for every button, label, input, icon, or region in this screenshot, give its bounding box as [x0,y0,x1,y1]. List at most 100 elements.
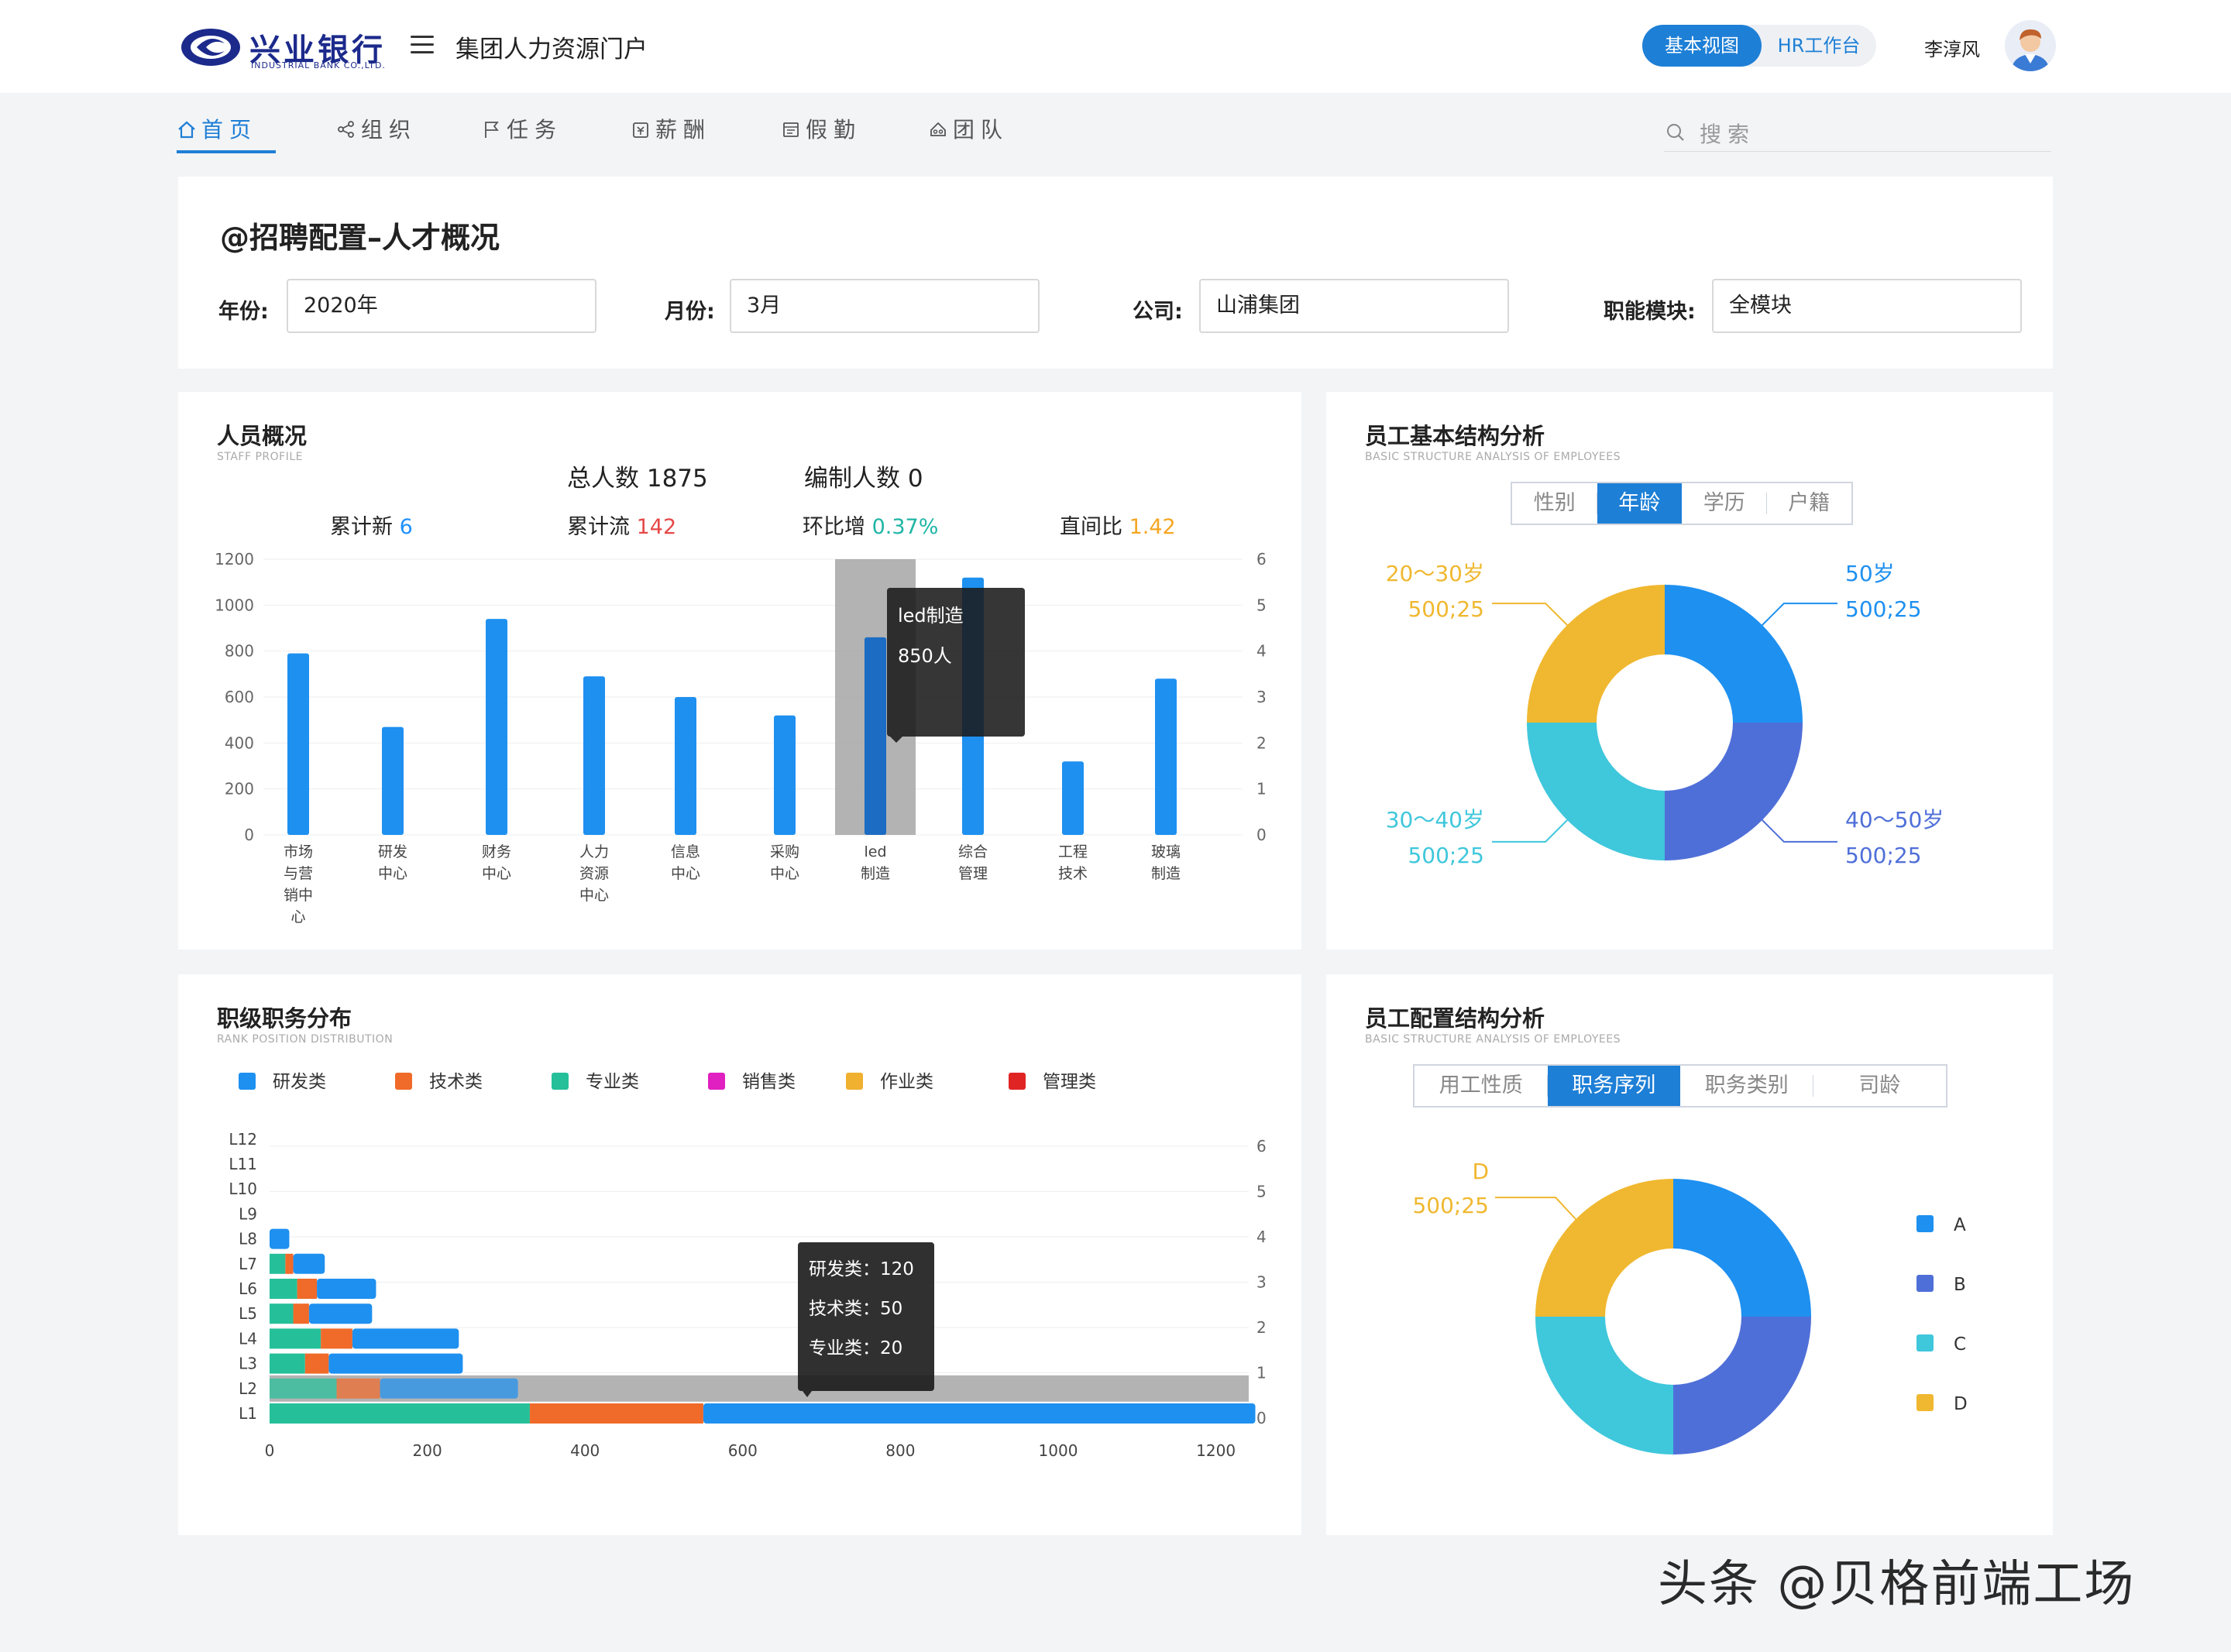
bar-4[interactable] [675,697,696,835]
bank-logo[interactable]: 兴业银行 INDUSTRIAL BANK CO.,LTD. [180,23,389,73]
slice-value-label: 500;25 [1845,596,1922,622]
x-tick-label: 中心 [770,865,799,882]
bar-L4-研发类[interactable] [352,1328,459,1349]
active-tab-indicator [177,150,276,153]
staff-profile-card: 人员概况 STAFF PROFILE 总人数 1875 编制人数 0 累计新 6… [178,392,1301,950]
avatar-icon [2005,20,2056,71]
bank-logo-icon [181,29,240,66]
bar-L3-研发类[interactable] [328,1353,463,1374]
tab-leave[interactable]: 假勤 [781,113,861,152]
staff-bar-chart[interactable]: 0 200 400 600 800 1000 1200 0 1 2 3 4 5 6 市场与营销中心 研发中心 财… [178,392,1301,950]
slice-value-label: 500;25 [1408,596,1484,622]
legend-swatch [1916,1215,1934,1232]
y-tick-label: 1200 [215,550,254,568]
legend-label[interactable]: 作业类 [880,1072,933,1092]
bar-L7-技术类[interactable] [285,1253,294,1274]
bar-L6-技术类[interactable] [297,1279,318,1299]
x-tick-label: 400 [570,1441,600,1460]
bar-L4-专业类[interactable] [270,1328,321,1349]
legend-label[interactable]: 研发类 [273,1072,326,1092]
hr-workbench-button[interactable]: HR工作台 [1762,25,1876,67]
bar-L5-专业类[interactable] [270,1303,294,1324]
legend-label[interactable]: 管理类 [1043,1072,1096,1092]
year-label: 年份: [218,300,269,324]
bar-L2-专业类[interactable] [270,1378,337,1399]
bar-L7-研发类[interactable] [293,1253,325,1274]
tab-tasks[interactable]: 任务 [482,113,562,152]
menu-icon[interactable] [411,36,434,56]
bar-L2-技术类[interactable] [336,1378,380,1399]
tab-team[interactable]: 团队 [928,113,1009,152]
legend-label[interactable]: D [1954,1394,1968,1414]
tooltip-row: 专业类：20 [809,1338,902,1358]
slice-C[interactable] [1535,1317,1673,1455]
config-donut-chart[interactable]: D 500;25 A B C D [1326,974,2053,1535]
slice-B[interactable] [1673,1317,1811,1455]
bar-L2-研发类[interactable] [380,1378,518,1399]
module-select[interactable]: 全模块 [1712,279,2022,333]
bar-1[interactable] [382,726,404,835]
search-icon [1667,124,1684,141]
y-tick-label: L5 [239,1304,257,1323]
bar-L1-研发类[interactable] [703,1403,1256,1424]
label-line [1762,603,1837,626]
team-icon [930,122,946,136]
top-header: 兴业银行 INDUSTRIAL BANK CO.,LTD. 集团人力资源门户 基… [0,0,2231,93]
x-tick-label: 中心 [482,865,511,882]
legend-swatch [552,1073,569,1090]
legend-swatch [1916,1275,1934,1292]
bar-L5-技术类[interactable] [293,1303,309,1324]
year-select[interactable]: 2020年 [287,279,596,333]
bar-L1-技术类[interactable] [529,1403,703,1424]
legend-label[interactable]: 专业类 [586,1072,639,1092]
bar-L6-研发类[interactable] [317,1279,376,1299]
rank-bar-chart[interactable]: 研发类 技术类 专业类 销售类 作业类 管理类 L1 L2 L3 L4 L5 L6 L7 L8 L9 L10 L… [178,974,1301,1535]
bar-L6-专业类[interactable] [270,1279,297,1299]
company-select[interactable]: 山浦集团 [1199,279,1509,333]
bar-L3-专业类[interactable] [270,1353,305,1374]
y2-tick-label: 3 [1256,688,1267,706]
bar-5[interactable] [774,715,796,835]
bar-9[interactable] [1155,678,1177,835]
bar-2[interactable] [486,619,507,835]
legend-label[interactable]: A [1954,1215,1966,1235]
tab-home[interactable]: 首页 [177,113,257,152]
portal-title: 集团人力资源门户 [455,36,648,64]
bar-L5-研发类[interactable] [308,1303,373,1324]
y-tick-label: 600 [225,688,254,706]
y2-tick-label: 1 [1256,1364,1267,1382]
x-tick-label: 800 [885,1441,915,1460]
bar-L3-技术类[interactable] [304,1353,329,1374]
bar-3[interactable] [583,676,605,835]
bar-8[interactable] [1062,761,1084,835]
avatar[interactable] [2005,20,2056,71]
slice-A[interactable] [1673,1179,1811,1317]
y2-tick-label: 5 [1256,596,1267,614]
y-tick-label: L11 [229,1155,257,1173]
tab-org[interactable]: 组织 [336,113,417,152]
age-donut-chart[interactable]: 50岁 500;25 40～50岁 500;25 30～40岁 500;25 20～30岁 5… [1326,392,2053,950]
x-tick-label: 财务 [482,843,511,860]
x-tick-label: 销中 [284,887,313,904]
basic-view-button[interactable]: 基本视图 [1642,25,1762,67]
y-tick-label: L2 [239,1379,257,1398]
x-tick-label: 制造 [1151,865,1181,882]
legend-label[interactable]: B [1954,1275,1966,1295]
bar-L4-技术类[interactable] [321,1328,352,1349]
bar-6[interactable] [865,637,886,835]
legend-label[interactable]: C [1954,1334,1966,1355]
config-structure-card: 员工配置结构分析 BASIC STRUCTURE ANALYSIS OF EMP… [1326,974,2053,1535]
bar-L1-专业类[interactable] [270,1403,530,1424]
bar-L8-研发类[interactable] [270,1228,290,1249]
month-select[interactable]: 3月 [730,279,1040,333]
slice-D[interactable] [1535,1179,1673,1317]
bar-L7-专业类[interactable] [270,1253,286,1274]
tab-salary[interactable]: 薪酬 [631,113,711,152]
user-name[interactable]: 李淳风 [1924,34,1980,61]
tab-home-label: 首页 [201,117,258,143]
x-tick-label: 0 [265,1441,275,1460]
legend-label[interactable]: 技术类 [429,1072,483,1092]
search-input[interactable]: 搜索 [1664,113,2051,152]
bar-0[interactable] [287,653,309,835]
legend-label[interactable]: 销售类 [742,1072,796,1092]
